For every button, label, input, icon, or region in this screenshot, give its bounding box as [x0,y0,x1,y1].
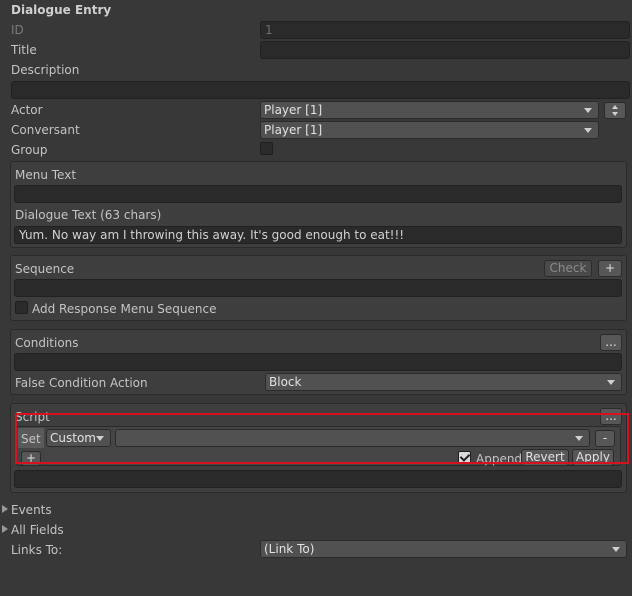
set-label: Set [21,432,41,446]
append-checkbox[interactable] [458,451,471,464]
false-action-dropdown[interactable]: Block [265,373,622,391]
actor-value: Player [1] [264,103,323,117]
script-type-dropdown[interactable]: Custom [46,429,111,447]
script-type-value: Custom [50,431,96,445]
dialogue-text-label: Dialogue Text (63 chars) [15,208,162,222]
dropdown-arrow-icon [607,380,615,385]
conversant-value: Player [1] [264,123,323,137]
links-to-dropdown[interactable]: (Link To) [260,540,627,558]
conditions-more-button[interactable]: ... [600,334,622,351]
dropdown-arrow-icon [584,128,592,133]
append-label: Append [476,452,523,466]
script-variable-dropdown[interactable] [115,429,590,447]
dialogue-text-input[interactable]: Yum. No way am I throwing this away. It'… [14,226,622,244]
apply-button[interactable]: Apply [572,449,614,466]
checkmark-icon [459,451,471,462]
response-menu-checkbox[interactable] [15,301,28,314]
id-label: ID [11,23,24,37]
sequence-input[interactable] [14,279,622,297]
script-label: Script [15,410,50,424]
sequence-label: Sequence [15,262,75,276]
group-label: Group [11,143,48,157]
false-action-label: False Condition Action [15,376,148,390]
description-label: Description [11,63,80,77]
all-fields-foldout-label[interactable]: All Fields [11,523,64,537]
menu-text-label: Menu Text [15,168,77,182]
menu-text-input[interactable] [14,185,622,203]
conditions-input[interactable] [14,353,622,371]
description-input[interactable] [11,81,630,99]
title-input[interactable] [260,41,630,59]
script-add-button[interactable]: + [21,451,41,466]
links-to-value: (Link To) [264,542,315,556]
group-checkbox[interactable] [260,142,273,155]
actor-dropdown[interactable]: Player [1] [260,101,599,119]
dropdown-arrow-icon [575,436,583,441]
events-foldout-label[interactable]: Events [11,503,52,517]
conversant-dropdown[interactable]: Player [1] [260,121,599,139]
actor-stepper-button[interactable] [604,102,626,119]
actor-label: Actor [11,103,43,117]
sequence-add-button[interactable]: + [598,260,622,277]
stepper-icon [612,105,618,109]
false-action-value: Block [269,375,302,389]
script-input[interactable] [14,470,622,488]
conditions-label: Conditions [15,336,79,350]
foldout-arrow-icon[interactable] [2,505,8,513]
inspector-title: Dialogue Entry [11,3,112,17]
foldout-arrow-icon[interactable] [2,525,8,533]
revert-button[interactable]: Revert [521,449,569,466]
id-field: 1 [260,21,630,39]
script-remove-button[interactable]: - [595,430,615,447]
conversant-label: Conversant [11,123,80,137]
dropdown-arrow-icon [96,436,104,441]
dropdown-arrow-icon [612,547,620,552]
dropdown-arrow-icon [584,108,592,113]
title-label: Title [11,43,37,57]
stepper-down-icon [612,112,618,116]
links-to-label: Links To: [11,543,63,557]
check-button[interactable]: Check [544,260,592,277]
response-menu-label: Add Response Menu Sequence [32,302,217,316]
script-more-button[interactable]: ... [600,408,622,425]
